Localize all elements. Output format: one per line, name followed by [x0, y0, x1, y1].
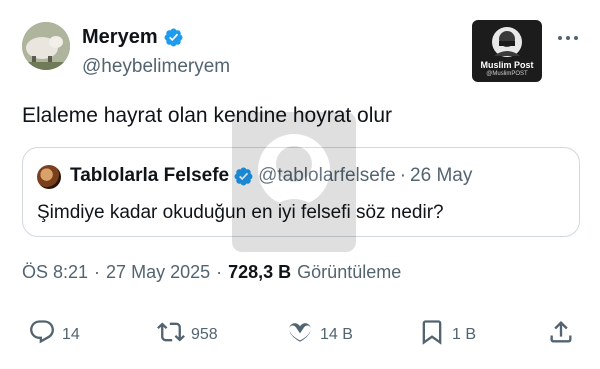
like-count: 14 B [320, 325, 353, 343]
tweet-time[interactable]: ÖS 8:21 [22, 262, 88, 283]
tweet-text: Elaleme hayrat olan kendine hoyrat olur [22, 104, 393, 127]
meta-separator: · [94, 262, 101, 282]
logo-handle: @MuslimPOST [486, 71, 528, 77]
repost-button[interactable]: 958 [157, 318, 218, 351]
quoted-header: Tablolarla Felsefe @tablolarfelsefe · 26… [70, 165, 472, 187]
views-count: 728,3 B [228, 262, 292, 282]
tweet: Meryem @heybelimeryem Muslim Post @Musli… [0, 0, 600, 369]
share-button[interactable] [547, 318, 575, 351]
muslim-post-logo: Muslim Post @MuslimPOST [472, 20, 542, 82]
views-label: Görüntüleme [297, 262, 402, 282]
tweet-meta: ÖS 8:21 · 27 May 2025 · 728,3 B Görüntül… [22, 262, 401, 283]
tweet-date[interactable]: 27 May 2025 [106, 262, 210, 283]
quoted-tweet[interactable]: Tablolarla Felsefe @tablolarfelsefe · 26… [22, 147, 580, 237]
verified-icon [233, 166, 254, 187]
bookmark-button[interactable]: 1 B [418, 318, 476, 351]
author-name-row[interactable]: Meryem [82, 26, 184, 49]
repost-count: 958 [191, 325, 218, 343]
bookmark-count: 1 B [452, 325, 477, 343]
quoted-text: Şimdiye kadar okuduğun en iyi felsefi sö… [37, 202, 444, 223]
author-avatar[interactable] [22, 22, 70, 70]
verified-icon [163, 27, 184, 48]
bookmark-icon [418, 318, 446, 351]
quoted-handle[interactable]: @tablolarfelsefe [258, 165, 396, 187]
quoted-separator: · [399, 165, 407, 186]
repost-icon [157, 318, 185, 351]
action-bar: 14 958 14 B 1 B [0, 318, 600, 354]
logo-title: Muslim Post [480, 60, 534, 70]
reply-icon [28, 318, 56, 351]
author-handle[interactable]: @heybelimeryem [82, 56, 230, 78]
like-button[interactable]: 14 B [286, 318, 353, 351]
quoted-date[interactable]: 26 May [410, 165, 472, 187]
meta-separator-2: · [216, 262, 223, 282]
like-icon [286, 318, 314, 351]
share-icon [547, 318, 575, 351]
more-icon[interactable] [555, 28, 581, 48]
author-display-name[interactable]: Meryem [82, 26, 158, 49]
reply-button[interactable]: 14 [28, 318, 80, 351]
quoted-display-name[interactable]: Tablolarla Felsefe [70, 165, 229, 187]
reply-count: 14 [62, 325, 80, 343]
quoted-avatar[interactable] [37, 165, 61, 189]
